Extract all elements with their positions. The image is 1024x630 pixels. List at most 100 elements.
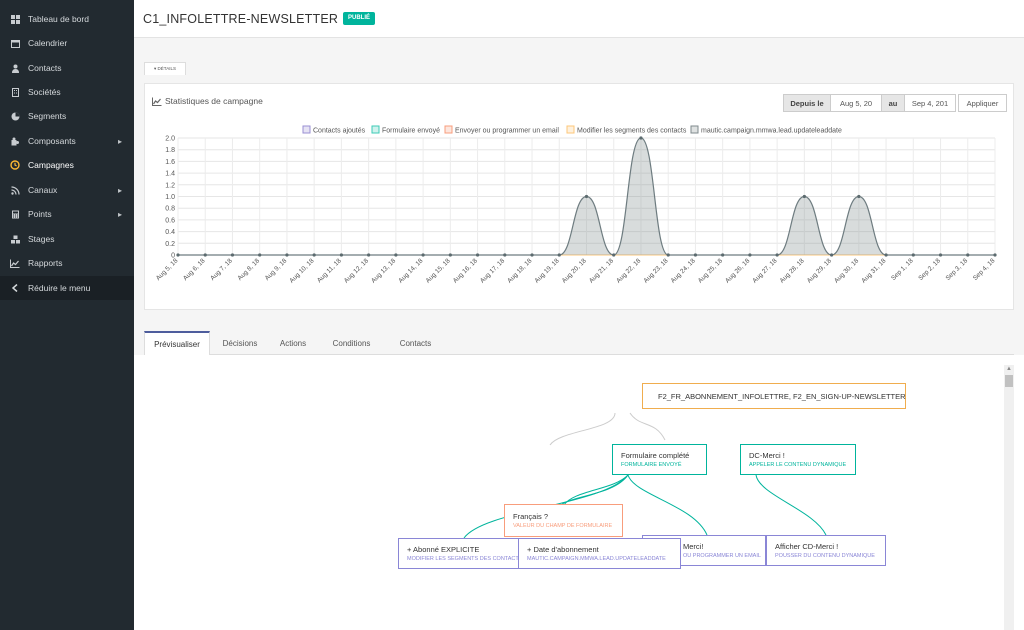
data-point (203, 253, 207, 257)
x-tick-label: Aug 12, 18 (343, 257, 370, 284)
tab-contacts[interactable]: Contacts (388, 331, 443, 355)
grid-icon (9, 13, 21, 25)
to-label: au (882, 94, 905, 112)
rss-icon (9, 184, 21, 196)
sidebar-item-label: Tableau de bord (28, 14, 89, 24)
node-subtitle: VALEUR DU CHAMP DE FORMULAIRE (513, 523, 613, 529)
data-point (503, 253, 507, 257)
sidebar-item-label: Sociétés (28, 87, 61, 97)
tab-preview[interactable]: Prévisualiser (144, 331, 210, 356)
node-subtitle: MAUTIC.CAMPAIGN.MMWA.LEAD.UPDATELEADDATE (527, 556, 666, 562)
legend-swatch (302, 125, 311, 134)
data-point (530, 253, 534, 257)
page-header: C1_INFOLETTRE-NEWSLETTER PUBLIÉ (134, 0, 1024, 38)
data-point (666, 253, 670, 257)
x-tick-label: Aug 9, 18 (264, 257, 289, 282)
node-subtitle: OU PROGRAMMER UN EMAIL (683, 553, 761, 559)
data-point (775, 253, 779, 257)
action-node-cd-merci[interactable]: Afficher CD-Merci ! POUSSER DU CONTENU D… (766, 535, 886, 566)
sidebar-item-dashboard[interactable]: Tableau de bord (0, 7, 134, 31)
page-title: C1_INFOLETTRE-NEWSLETTER (143, 12, 339, 26)
tab-actions[interactable]: Actions (272, 331, 314, 355)
builder-scrollbar[interactable]: ▲ (1004, 365, 1014, 630)
x-tick-label: Aug 19, 18 (533, 257, 560, 284)
y-tick-label: 1.4 (165, 171, 175, 178)
sidebar-item-campaigns[interactable]: Campagnes (0, 153, 134, 177)
y-tick-label: 1.2 (165, 182, 175, 189)
status-badge: PUBLIÉ (343, 12, 376, 25)
source-node-title: F2_FR_ABONNEMENT_INFOLETTRE, F2_EN_SIGN-… (658, 391, 906, 401)
node-title: Afficher CD-Merci ! (775, 542, 839, 551)
collapse-menu-button[interactable]: Réduire le menu (0, 276, 134, 300)
x-tick-label: Aug 26, 18 (724, 257, 751, 284)
x-tick-label: Aug 28, 18 (779, 257, 806, 284)
y-tick-label: 1.8 (165, 147, 175, 154)
sidebar: Tableau de bord Calendrier Contacts Soci… (0, 0, 134, 630)
data-point (693, 253, 698, 257)
sidebar-item-label: Contacts (28, 63, 62, 73)
x-tick-label: Aug 20, 18 (561, 257, 588, 284)
date-to-input[interactable]: Sep 4, 201 (905, 94, 956, 112)
stats-title-text: Statistiques de campagne (165, 96, 263, 106)
node-subtitle: FORMULAIRE ENVOYÉ (621, 462, 682, 468)
sidebar-item-calendar[interactable]: Calendrier (0, 31, 134, 55)
data-point (721, 253, 725, 257)
scroll-up-arrow-icon[interactable]: ▲ (1006, 366, 1012, 372)
tab-decisions[interactable]: Décisions (214, 331, 266, 355)
date-from-input[interactable]: Aug 5, 20 (831, 94, 882, 112)
sidebar-item-components[interactable]: Composants ▸ (0, 129, 134, 153)
sidebar-item-label: Calendrier (28, 38, 68, 48)
x-tick-label: Sep 2, 18 (917, 257, 942, 282)
apply-button[interactable]: Appliquer (958, 94, 1007, 112)
sidebar-item-segments[interactable]: Segments (0, 104, 134, 128)
sidebar-item-contacts[interactable]: Contacts (0, 56, 134, 80)
node-subtitle: POUSSER DU CONTENU DYNAMIQUE (775, 553, 875, 559)
sidebar-item-stages[interactable]: Stages (0, 227, 134, 251)
node-title: Merci! (683, 542, 704, 551)
sidebar-item-reports[interactable]: Rapports (0, 251, 134, 275)
x-tick-label: Aug 31, 18 (860, 257, 887, 284)
node-subtitle: APPELER LE CONTENU DYNAMIQUE (749, 462, 847, 468)
legend-swatch (371, 125, 380, 134)
data-point (421, 253, 425, 257)
data-point (475, 253, 480, 257)
chevron-left-icon (9, 284, 21, 292)
x-tick-label: Aug 6, 18 (182, 257, 207, 282)
tab-conditions[interactable]: Conditions (324, 331, 379, 355)
sidebar-item-channels[interactable]: Canaux ▸ (0, 178, 134, 202)
x-tick-label: Aug 27, 18 (751, 257, 778, 284)
x-tick-label: Aug 18, 18 (506, 257, 533, 284)
x-tick-label: Aug 5, 18 (155, 257, 180, 282)
sidebar-item-companies[interactable]: Sociétés (0, 80, 134, 104)
node-title: + Abonné EXPLICITE (407, 545, 480, 554)
data-point (258, 253, 262, 257)
campaign-source-node[interactable]: F2_FR_ABONNEMENT_INFOLETTRE, F2_EN_SIGN-… (642, 383, 906, 409)
x-tick-label: Aug 23, 18 (642, 257, 669, 284)
campaign-stats-chart: Contacts ajoutés Formulaire envoyé Envoyer… (155, 125, 997, 285)
decision-node-form-submitted[interactable]: Formulaire complété FORMULAIRE ENVOYÉ (612, 444, 707, 475)
action-node-abonne[interactable]: + Abonné EXPLICITE MODIFIER LES SEGMENTS… (398, 538, 523, 569)
details-toggle[interactable]: ▾ DÉTAILS (144, 62, 186, 75)
sidebar-item-label: Points (28, 209, 52, 219)
sidebar-item-label: Campagnes (28, 160, 74, 170)
x-tick-label: Aug 25, 18 (697, 257, 724, 284)
x-tick-label: Aug 24, 18 (670, 257, 697, 284)
x-tick-label: Aug 14, 18 (397, 257, 424, 284)
x-tick-label: Aug 30, 18 (833, 257, 860, 284)
condition-node-francais[interactable]: Français ? VALEUR DU CHAMP DE FORMULAIRE (504, 504, 623, 537)
legend-swatch (444, 125, 453, 134)
data-point (584, 194, 589, 199)
data-point (230, 253, 235, 257)
sidebar-item-points[interactable]: Points ▸ (0, 202, 134, 226)
scroll-thumb[interactable] (1005, 375, 1013, 387)
decision-node-dc-merci[interactable]: DC-Merci ! APPELER LE CONTENU DYNAMIQUE (740, 444, 856, 475)
data-point (993, 253, 997, 257)
legend-swatch (690, 125, 699, 134)
x-tick-label: Aug 7, 18 (209, 257, 234, 282)
data-point (802, 194, 806, 199)
sidebar-item-label: Composants (28, 136, 76, 146)
data-point (312, 253, 316, 257)
data-point (748, 253, 752, 257)
sidebar-item-label: Stages (28, 234, 55, 244)
action-node-date-abonnement[interactable]: + Date d'abonnement MAUTIC.CAMPAIGN.MMWA… (518, 538, 681, 569)
